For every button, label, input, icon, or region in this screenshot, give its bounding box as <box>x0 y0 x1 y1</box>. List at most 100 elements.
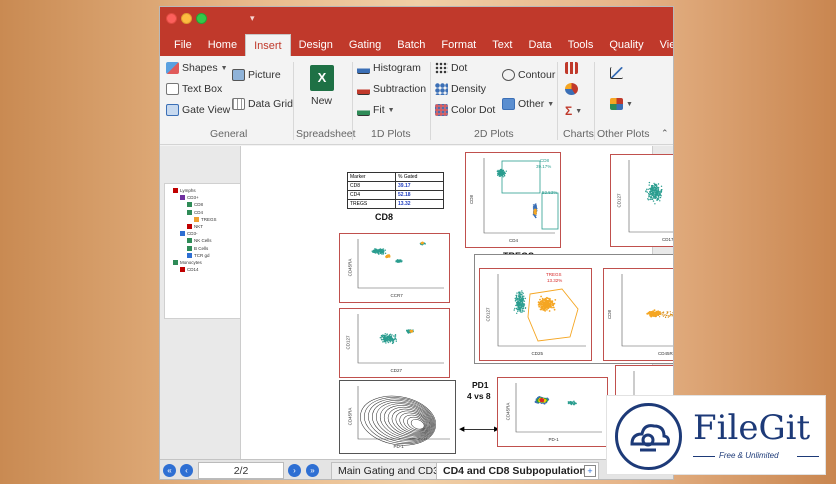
event-dot <box>424 243 426 245</box>
tab-quality[interactable]: Quality <box>601 34 651 56</box>
gate-label: 39.17% <box>536 164 552 169</box>
tab-design[interactable]: Design <box>291 34 341 56</box>
excel-icon[interactable]: X <box>310 65 334 91</box>
collapse-ribbon-icon[interactable]: ⌃ <box>661 128 669 139</box>
new-spreadsheet-button[interactable]: New <box>311 95 332 107</box>
add-sheet-icon[interactable]: + <box>584 465 596 477</box>
page-number-field[interactable]: 2/2 <box>198 462 284 479</box>
dot-plot-button[interactable]: Dot <box>435 62 467 74</box>
tree-node-label: B Cells <box>194 245 209 251</box>
event-dot <box>382 253 385 255</box>
tree-node[interactable]: Lymphs <box>173 188 196 193</box>
event-dot <box>667 315 669 317</box>
event-dot <box>523 300 526 302</box>
tree-node[interactable]: NKT <box>187 224 203 229</box>
event-dot <box>669 315 671 317</box>
plot-cd45ra-vs-ccr7[interactable]: CD45RA CCR7 <box>339 233 450 303</box>
shapes-button[interactable]: Shapes ▼ <box>166 62 228 74</box>
event-dot <box>522 298 525 300</box>
y-axis-label: CD8 <box>469 194 475 205</box>
picture-button[interactable]: Picture <box>232 69 281 81</box>
tab-format[interactable]: Format <box>433 34 484 56</box>
plot-cd8-vs-cd4[interactable]: CD8 CD4 CD8 39.17% 52.53% <box>465 152 561 248</box>
event-dot <box>653 182 655 185</box>
fit-button[interactable]: Fit ▼ <box>357 104 395 116</box>
other-2d-button[interactable]: Other ▼ <box>502 98 554 110</box>
close-window-button[interactable] <box>166 13 177 24</box>
tree-node[interactable]: B Cells <box>187 245 209 251</box>
cd4-gate[interactable] <box>541 192 559 230</box>
event-dot <box>533 215 536 217</box>
sheet-tab-subpopulations[interactable]: CD4 and CD8 Subpopulations <box>436 462 599 479</box>
event-dot <box>650 198 652 200</box>
plot-cd127-vs-cd27[interactable]: CD127 CD27 <box>339 308 450 378</box>
tree-node[interactable]: CD3- <box>180 231 198 237</box>
plot-cd127-vs-cd17[interactable]: CD127 CD17 <box>610 154 673 247</box>
gate-view-button[interactable]: Gate View <box>166 104 230 116</box>
event-dot <box>518 295 521 297</box>
heatmap-button[interactable]: ▼ <box>610 98 633 110</box>
tree-node[interactable]: CD4 <box>187 209 203 215</box>
plot-pd1-density[interactable]: CD45RA PD-1 <box>497 377 608 447</box>
event-dot <box>656 192 658 195</box>
ribbon-separator <box>293 62 294 140</box>
event-dot <box>548 310 551 312</box>
next-page-button[interactable]: › <box>288 464 301 477</box>
sheet-tab-main-gating[interactable]: Main Gating and CD3 <box>331 462 446 479</box>
plot-cd8-vs-cd45ra[interactable]: CD8 CD45RA <box>603 268 673 361</box>
x-axis-label: CD27 <box>390 368 403 373</box>
pie-chart-button[interactable] <box>565 83 578 95</box>
tree-node-label: CD8 <box>194 202 204 208</box>
bar-chart-button[interactable] <box>565 62 578 74</box>
tree-node[interactable]: CD14 <box>180 267 199 273</box>
density-plot-button[interactable]: Density <box>435 83 486 95</box>
first-page-button[interactable]: « <box>163 464 176 477</box>
tree-node[interactable]: TREGS <box>194 216 217 222</box>
tab-batch[interactable]: Batch <box>389 34 433 56</box>
data-grid-button[interactable]: Data Grid <box>232 98 293 110</box>
event-dot <box>386 254 389 257</box>
other-plot-line-button[interactable] <box>610 67 623 79</box>
maximize-window-button[interactable] <box>196 13 207 24</box>
tab-home[interactable]: Home <box>200 34 245 56</box>
sum-chart-button[interactable]: Σ ▼ <box>565 104 582 118</box>
tab-file[interactable]: File <box>166 34 200 56</box>
event-dot <box>672 314 673 316</box>
event-dot <box>542 299 545 301</box>
subtraction-button[interactable]: Subtraction <box>357 83 426 95</box>
quick-access-dropdown-icon[interactable]: ▾ <box>250 13 255 24</box>
tree-node[interactable]: NK Cells <box>187 238 212 244</box>
layout-canvas: Lymphs CD3+ CD8 CD4 TREGS NKT CD3- NK Cells B Ce… <box>160 146 673 459</box>
color-dot-plot-button[interactable]: Color Dot <box>435 104 495 116</box>
tree-node[interactable]: CD3+ <box>180 195 199 201</box>
cd8-gate[interactable] <box>501 160 541 194</box>
shapes-icon <box>166 62 179 74</box>
tree-node[interactable]: Monocytes <box>173 260 202 265</box>
tab-data[interactable]: Data <box>520 34 559 56</box>
other-label: Other <box>518 98 545 110</box>
event-dot <box>648 196 650 198</box>
plot-tregs-cd127-vs-cd25[interactable]: CD127 CD25 TREGS 13.32% <box>479 268 592 361</box>
event-dot <box>646 191 648 193</box>
last-page-button[interactable]: » <box>306 464 319 477</box>
previous-page-button[interactable]: ‹ <box>180 464 193 477</box>
tab-tools[interactable]: Tools <box>560 34 602 56</box>
minimize-window-button[interactable] <box>181 13 192 24</box>
tab-view[interactable]: View <box>652 34 673 56</box>
x-axis-label: PD-1 <box>393 444 404 449</box>
tregs-gate[interactable] <box>527 288 579 342</box>
contour-plot-button[interactable]: Contour <box>502 69 555 81</box>
text-box-button[interactable]: Text Box <box>166 83 222 95</box>
color-dot-label: Color Dot <box>451 104 496 116</box>
event-dot <box>574 401 576 404</box>
tab-gating[interactable]: Gating <box>341 34 389 56</box>
plot-pd1-contour[interactable]: CD45RA PD-1 <box>339 380 456 454</box>
event-dot <box>535 216 537 219</box>
event-dot <box>407 331 409 333</box>
tree-node[interactable]: CD8 <box>187 202 204 208</box>
tab-insert[interactable]: Insert <box>245 34 291 56</box>
histogram-button[interactable]: Histogram <box>357 62 421 74</box>
event-dot <box>534 212 537 215</box>
tree-node[interactable]: TCR gd <box>187 252 210 258</box>
tab-text[interactable]: Text <box>484 34 520 56</box>
